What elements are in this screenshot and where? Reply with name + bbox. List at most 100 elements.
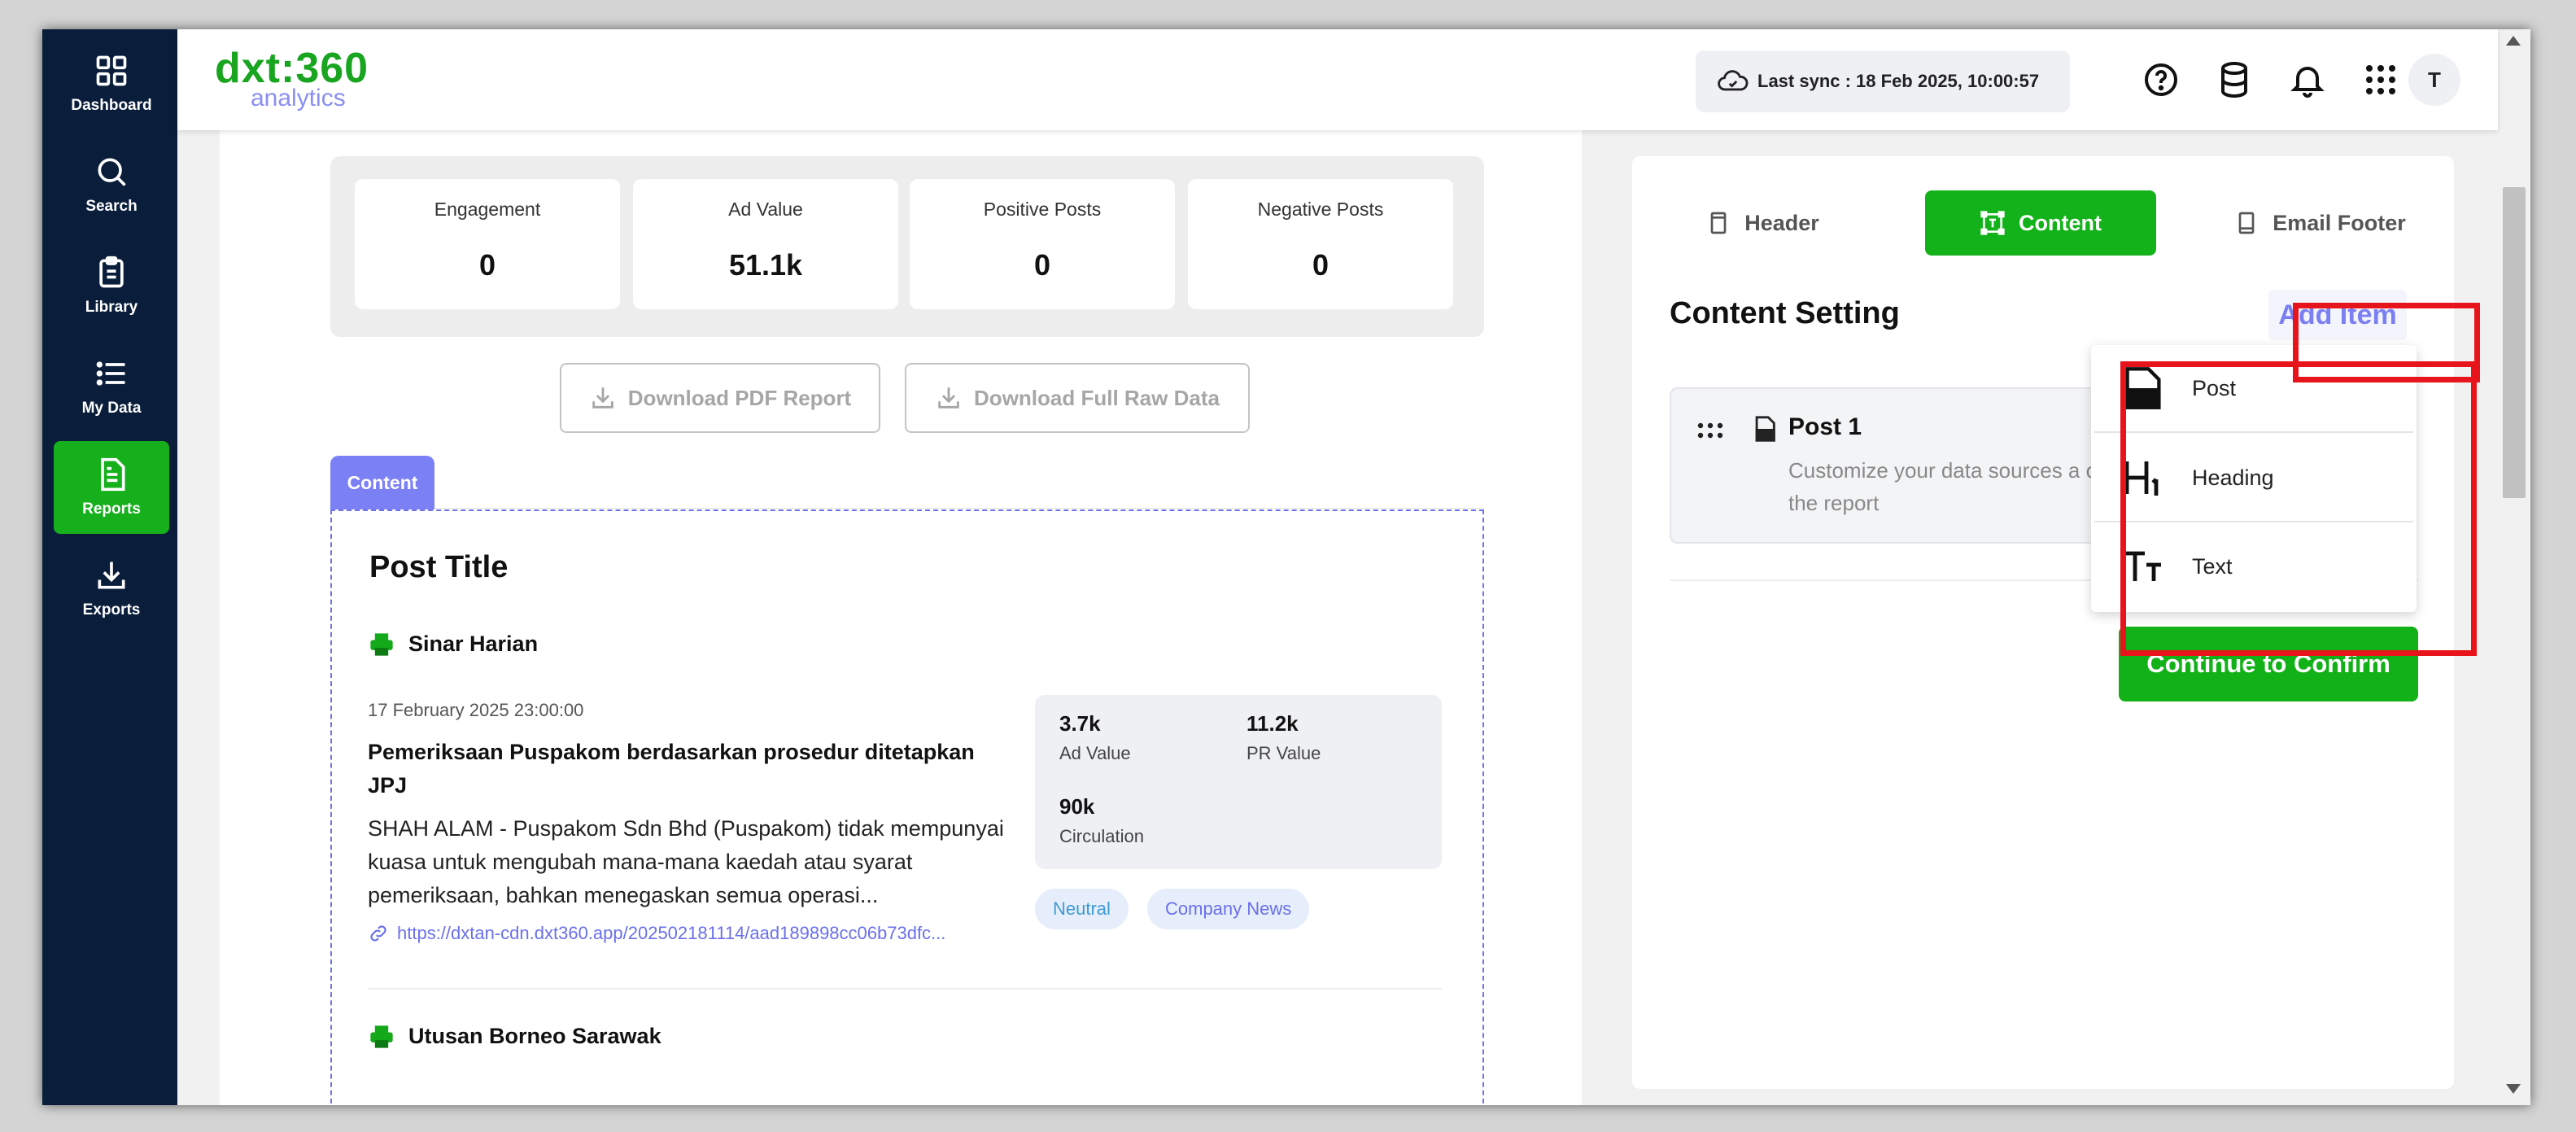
post-headline: Pemeriksaan Puspakom berdasarkan prosedu… <box>368 740 975 798</box>
download-icon <box>592 387 613 409</box>
metric-label: Ad Value <box>1059 743 1131 763</box>
metric-pr-value: 11.2k PR Value <box>1247 711 1321 764</box>
mobile-icon <box>2238 212 2255 234</box>
sidebar-item-label: Library <box>85 299 138 316</box>
last-sync-badge: Last sync : 18 Feb 2025, 10:00:57 <box>1696 50 2070 112</box>
publication-row: Utusan Borneo Sarawak <box>368 1024 661 1049</box>
scrollbar[interactable] <box>2498 29 2530 1105</box>
metric-value: 3.7k <box>1059 711 1101 736</box>
sidebar-item-label: Reports <box>82 500 141 518</box>
tab-content[interactable]: Content <box>1925 190 2156 256</box>
continue-to-confirm-button[interactable]: Continue to Confirm <box>2119 627 2418 701</box>
top-bar: dxt:360 analytics Last sync : 18 Feb 202… <box>177 29 2498 130</box>
content-item-title: Post 1 <box>1788 413 1862 440</box>
menu-item-label: Text <box>2192 553 2233 579</box>
dashboard-icon <box>96 55 127 86</box>
download-pdf-button[interactable]: Download PDF Report <box>560 363 880 433</box>
divider <box>434 508 1484 509</box>
download-pdf-label: Download PDF Report <box>627 385 852 410</box>
stat-value: 0 <box>1033 248 1051 282</box>
tab-header[interactable]: Header <box>1648 190 1876 256</box>
logo-sub-text: analytics <box>251 85 346 111</box>
stat-card-ad-value: Ad Value 51.1k <box>633 179 898 309</box>
stat-label: Negative Posts <box>1257 199 1384 220</box>
clipboard-icon <box>99 256 124 288</box>
user-avatar[interactable]: T <box>2408 54 2460 106</box>
content-setting-title: Content Setting <box>1670 296 1900 330</box>
text-frame-icon <box>1980 211 2005 235</box>
post-title: Post Title <box>369 550 509 584</box>
printer-icon <box>370 632 393 656</box>
stat-card-engagement: Engagement 0 <box>355 179 620 309</box>
stats-summary: Engagement 0 Ad Value 51.1k Positive Pos… <box>330 156 1484 337</box>
stat-value: 0 <box>478 248 496 282</box>
content-item-description: Customize your data sources a of the rep… <box>1788 458 2104 515</box>
post-metrics: 3.7k Ad Value 11.2k PR Value 90k Circula… <box>1035 695 1442 869</box>
heading-h1-icon <box>2124 461 2159 496</box>
stat-label: Engagement <box>434 199 541 220</box>
apps-grid-icon[interactable] <box>2361 60 2400 99</box>
drag-handle-icon[interactable] <box>1696 418 1725 443</box>
menu-item-label: Post <box>2192 375 2237 400</box>
publication-name: Sinar Harian <box>408 632 539 656</box>
post-link[interactable]: https://dxtan-cdn.dxt360.app/20250218111… <box>368 923 1019 944</box>
post-date: 17 February 2025 23:00:00 <box>368 700 584 720</box>
category-tag: Company News <box>1147 889 1310 929</box>
metric-label: Circulation <box>1059 826 1144 846</box>
download-raw-data-label: Download Full Raw Data <box>974 385 1220 410</box>
report-preview: Engagement 0 Ad Value 51.1k Positive Pos… <box>220 130 1582 1105</box>
stat-card-negative-posts: Negative Posts 0 <box>1188 179 1453 309</box>
printer-icon <box>370 1025 393 1048</box>
sidebar-item-my-data[interactable]: My Data <box>54 340 169 433</box>
metric-circulation: 90k Circulation <box>1059 794 1144 847</box>
content-item-post-1[interactable]: Post 1 Customize your data sources a of … <box>1670 387 2142 544</box>
list-icon <box>96 361 125 386</box>
app-logo[interactable]: dxt:360 analytics <box>215 44 378 117</box>
stat-value: 51.1k <box>728 248 803 282</box>
scrollbar-thumb[interactable] <box>2503 187 2526 498</box>
sidebar-item-label: My Data <box>81 400 142 417</box>
search-icon <box>98 158 126 186</box>
post-doc-icon <box>1755 416 1775 442</box>
scroll-down-arrow-icon[interactable] <box>2506 1084 2521 1094</box>
sidebar-item-reports[interactable]: Reports <box>54 441 169 534</box>
post-body: SHAH ALAM - Puspakom Sdn Bhd (Puspakom) … <box>368 816 1004 907</box>
tab-label: Email Footer <box>2273 210 2406 235</box>
database-icon[interactable] <box>2215 60 2254 99</box>
report-icon <box>101 457 125 492</box>
tab-label: Header <box>1744 210 1819 235</box>
menu-item-heading[interactable]: Heading <box>2094 435 2413 522</box>
content-settings-panel: Header Content Email Footer Content Sett… <box>1632 156 2454 1089</box>
post-doc-icon <box>2125 367 2161 409</box>
metric-ad-value: 3.7k Ad Value <box>1059 711 1131 764</box>
metric-value: 90k <box>1059 794 1095 819</box>
menu-item-post[interactable]: Post <box>2094 345 2413 433</box>
content-section[interactable]: Post Title Sinar Harian 17 February 2025… <box>330 509 1484 1105</box>
sidebar-item-label: Exports <box>82 601 141 618</box>
stat-value: 0 <box>1312 248 1329 282</box>
sidebar-item-search[interactable]: Search <box>54 138 169 231</box>
download-raw-data-button[interactable]: Download Full Raw Data <box>905 363 1250 433</box>
add-item-button[interactable]: Add Item <box>2268 290 2407 340</box>
menu-item-text[interactable]: Text <box>2094 522 2413 610</box>
publication-row: Sinar Harian <box>368 632 538 657</box>
bell-icon[interactable] <box>2288 60 2327 99</box>
content-section-tab[interactable]: Content <box>330 456 434 509</box>
page-icon <box>1710 212 1727 234</box>
metric-label: PR Value <box>1247 743 1321 763</box>
stat-label: Positive Posts <box>983 199 1102 220</box>
sidebar-item-dashboard[interactable]: Dashboard <box>54 37 169 130</box>
tab-label: Content <box>2019 210 2102 235</box>
post-link-text: https://dxtan-cdn.dxt360.app/20250218111… <box>397 923 946 943</box>
download-icon <box>938 387 959 409</box>
add-item-menu: Post Heading Text <box>2091 345 2417 612</box>
tab-email-footer[interactable]: Email Footer <box>2202 190 2438 256</box>
help-icon[interactable] <box>2142 60 2181 99</box>
metric-value: 11.2k <box>1247 711 1299 736</box>
sidebar-item-exports[interactable]: Exports <box>54 542 169 635</box>
sidebar-item-library[interactable]: Library <box>54 239 169 332</box>
last-sync-text: Last sync : 18 Feb 2025, 10:00:57 <box>1757 71 2040 91</box>
link-icon <box>370 925 386 942</box>
app-window: Dashboard Search Library My Data Reports… <box>42 29 2530 1105</box>
scroll-up-arrow-icon[interactable] <box>2506 36 2521 46</box>
